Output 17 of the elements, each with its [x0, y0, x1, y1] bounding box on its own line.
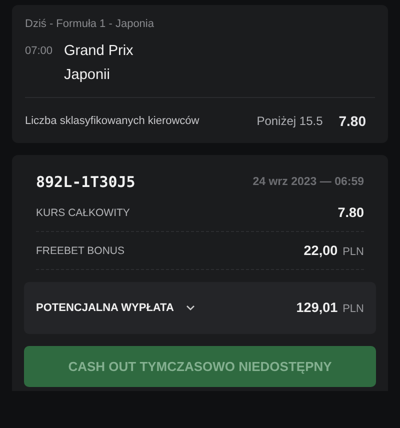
- market-name: Liczba sklasyfikowanych kierowców: [25, 114, 200, 126]
- ticket-date: 24 wrz 2023 — 06:59: [252, 176, 364, 188]
- event-title: Japonii: [64, 67, 111, 83]
- ticket-code: 892L-1T30J5: [36, 172, 136, 190]
- payout-label: POTENCJALNA WYPŁATA: [36, 302, 174, 314]
- payout-panel[interactable]: POTENCJALNA WYPŁATA 129,01 PLN: [24, 282, 376, 334]
- row-label: KURS CAŁKOWITY: [36, 206, 130, 218]
- chevron-down-icon[interactable]: [186, 305, 195, 311]
- row-value: 22,00 PLN: [304, 242, 364, 260]
- row-label: FREEBET BONUS: [36, 244, 124, 256]
- row-value: 7.80: [338, 204, 364, 222]
- payout-value: 129,01 PLN: [296, 299, 364, 317]
- event-header: Dziś - Formuła 1 - Japonia: [25, 17, 155, 31]
- selection-label: Poniżej 15.5: [256, 114, 323, 128]
- event-title: Grand Prix: [64, 43, 134, 59]
- odds-value: 7.80: [338, 112, 366, 128]
- event-time: 07:00: [25, 44, 52, 59]
